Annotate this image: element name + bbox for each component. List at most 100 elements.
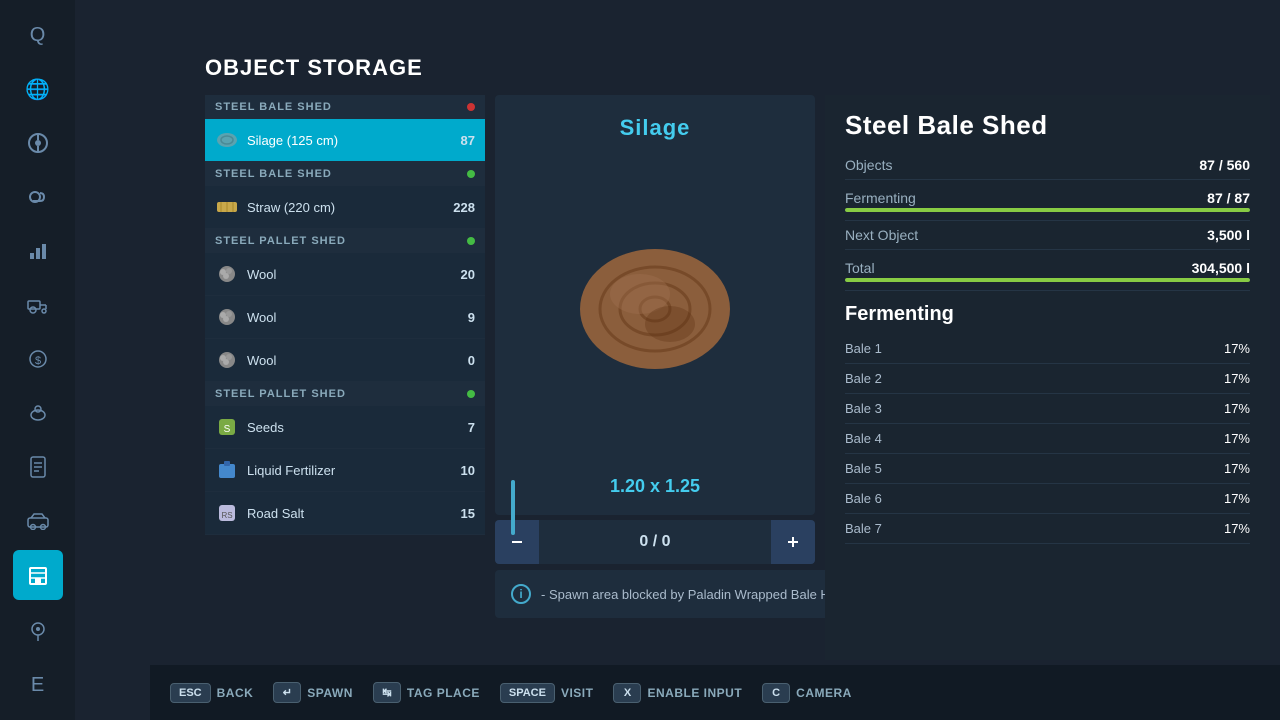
key-spawn[interactable]: ↵ SPAWN	[273, 682, 353, 703]
tractor-icon	[26, 296, 50, 314]
item-count-wool-3: 0	[445, 353, 475, 368]
c-key: C	[762, 683, 790, 703]
item-count-wool-2: 9	[445, 310, 475, 325]
steering-wheel-icon	[27, 132, 49, 154]
page-title: OBJECT STORAGE	[205, 55, 423, 81]
weather-icon	[27, 188, 49, 206]
preview-item-name: Silage	[620, 115, 691, 141]
list-item-wool-2[interactable]: Wool 9	[205, 296, 485, 339]
bale-row-6: Bale 6 17%	[845, 484, 1250, 514]
key-enable-input[interactable]: X ENABLE INPUT	[613, 683, 742, 703]
bale-name-6: Bale 6	[845, 491, 882, 506]
item-count-seeds: 7	[445, 420, 475, 435]
bale-list: Bale 1 17% Bale 2 17% Bale 3 17% Bale 4 …	[825, 334, 1270, 544]
sidebar-item-stats[interactable]	[13, 226, 63, 276]
sidebar-item-wheel[interactable]	[13, 118, 63, 168]
key-camera[interactable]: C CAMERA	[762, 683, 852, 703]
stat-label-fermenting: Fermenting	[845, 190, 916, 206]
stat-value-objects: 87 / 560	[1199, 157, 1250, 173]
section-label-3: STEEL PALLET SHED	[215, 235, 346, 247]
quantity-decrease-button[interactable]	[495, 520, 539, 564]
tag-label: TAG PLACE	[407, 686, 480, 700]
stat-row-next-object: Next Object 3,500 l	[845, 221, 1250, 250]
bale-name-5: Bale 5	[845, 461, 882, 476]
list-item-seeds[interactable]: S Seeds 7	[205, 406, 485, 449]
stat-label-total: Total	[845, 260, 875, 276]
sidebar-item-e[interactable]: E	[13, 660, 63, 710]
bale-pct-3: 17%	[1224, 401, 1250, 416]
quantity-increase-button[interactable]	[771, 520, 815, 564]
list-item-silage[interactable]: Silage (125 cm) 87	[205, 119, 485, 162]
spawn-label: SPAWN	[307, 686, 353, 700]
map-icon	[28, 621, 48, 641]
bale-row-7: Bale 7 17%	[845, 514, 1250, 544]
bale-row-1: Bale 1 17%	[845, 334, 1250, 364]
sidebar-item-storage[interactable]	[13, 550, 63, 600]
key-back[interactable]: ESC BACK	[170, 683, 253, 703]
bale-row-4: Bale 4 17%	[845, 424, 1250, 454]
sidebar-item-q[interactable]: Q	[13, 10, 63, 60]
warning-text: - Spawn area blocked by Paladin Wrapped …	[541, 587, 870, 602]
plus-icon	[785, 534, 801, 550]
stats-table: Objects 87 / 560 Fermenting 87 / 87 Next…	[825, 151, 1270, 291]
money-icon: $	[28, 349, 48, 369]
list-item-wool-3[interactable]: Wool 0	[205, 339, 485, 382]
sidebar-item-money[interactable]: $	[13, 334, 63, 384]
section-header-steel-bale-1: STEEL BALE SHED	[205, 95, 485, 119]
list-item-wool-1[interactable]: Wool 20	[205, 253, 485, 296]
section-header-steel-bale-2: STEEL BALE SHED	[205, 162, 485, 186]
item-name-salt: Road Salt	[247, 506, 437, 521]
bale-pct-5: 17%	[1224, 461, 1250, 476]
sidebar-item-tractor[interactable]	[13, 280, 63, 330]
item-count-fertilizer: 10	[445, 463, 475, 478]
vehicle-icon	[26, 512, 50, 530]
sidebar-item-animals[interactable]	[13, 388, 63, 438]
quantity-control: 0 / 0	[495, 520, 815, 564]
wool-icon-2	[215, 305, 239, 329]
list-item-straw[interactable]: Straw (220 cm) 228	[205, 186, 485, 229]
bale-name-3: Bale 3	[845, 401, 882, 416]
bale-list-scrollbar[interactable]	[511, 480, 515, 535]
bale-pct-4: 17%	[1224, 431, 1250, 446]
total-progress-bar	[845, 278, 1250, 282]
bale-name-1: Bale 1	[845, 341, 882, 356]
animals-icon	[27, 404, 49, 422]
bale-pct-2: 17%	[1224, 371, 1250, 386]
stat-value-fermenting: 87 / 87	[1207, 190, 1250, 206]
camera-label: CAMERA	[796, 686, 852, 700]
item-count-salt: 15	[445, 506, 475, 521]
item-count-wool-1: 20	[445, 267, 475, 282]
fermenting-section-title: Fermenting	[825, 291, 1270, 334]
stat-label-objects: Objects	[845, 157, 892, 173]
visit-label: VISIT	[561, 686, 594, 700]
main-content: OBJECT STORAGE STEEL BALE SHED Silage (1…	[75, 0, 1280, 720]
fermenting-progress-fill	[845, 208, 1250, 212]
salt-icon: RS	[215, 501, 239, 525]
bale-name-7: Bale 7	[845, 521, 882, 536]
sidebar-item-weather[interactable]	[13, 172, 63, 222]
item-name-fertilizer: Liquid Fertilizer	[247, 463, 437, 478]
object-list-panel[interactable]: STEEL BALE SHED Silage (125 cm) 87 STEEL…	[205, 95, 485, 660]
total-progress-fill	[845, 278, 1250, 282]
key-tag-place[interactable]: ↹ TAG PLACE	[373, 682, 480, 703]
item-name-wool-1: Wool	[247, 267, 437, 282]
shed-info-title: Steel Bale Shed	[825, 95, 1270, 151]
sidebar-item-contracts[interactable]	[13, 442, 63, 492]
bale-name-4: Bale 4	[845, 431, 882, 446]
sidebar-item-globe[interactable]: 🌐	[13, 64, 63, 114]
sidebar-item-vehicle[interactable]	[13, 496, 63, 546]
contracts-icon	[29, 456, 47, 478]
section-dot-green-1	[467, 170, 475, 178]
key-visit[interactable]: SPACE VISIT	[500, 683, 594, 703]
list-item-salt[interactable]: RS Road Salt 15	[205, 492, 485, 535]
bale-name-2: Bale 2	[845, 371, 882, 386]
shed-info-panel: Steel Bale Shed Objects 87 / 560 Ferment…	[825, 95, 1270, 660]
item-count-straw: 228	[445, 200, 475, 215]
sidebar-item-map[interactable]	[13, 606, 63, 656]
list-item-fertilizer[interactable]: Liquid Fertilizer 10	[205, 449, 485, 492]
silage-icon	[215, 128, 239, 152]
item-name-wool-3: Wool	[247, 353, 437, 368]
item-name-seeds: Seeds	[247, 420, 437, 435]
sidebar: Q 🌐 $ E	[0, 0, 75, 720]
section-dot-green-2	[467, 237, 475, 245]
